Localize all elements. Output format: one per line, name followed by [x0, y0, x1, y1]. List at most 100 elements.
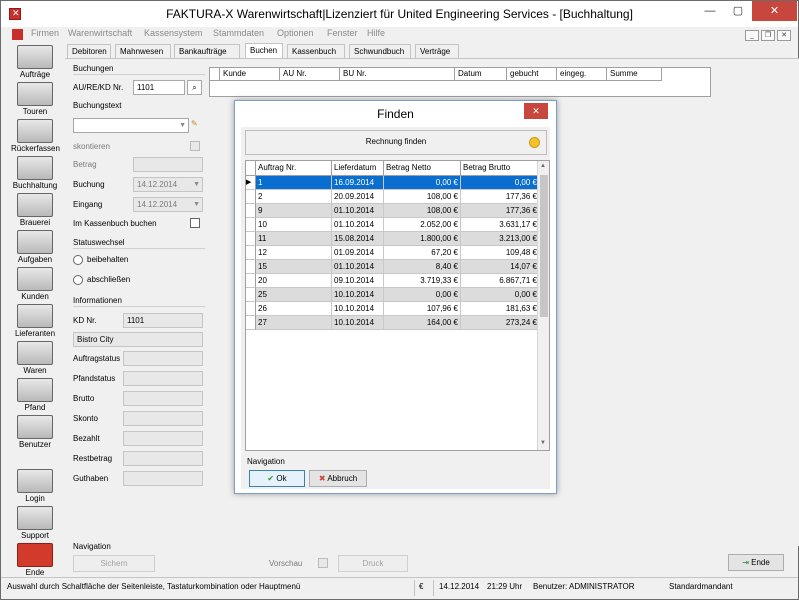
tab-debitoren[interactable]: Debitoren: [67, 44, 111, 59]
sidebar-item-pfand[interactable]: Pfand: [11, 378, 59, 414]
table-cell[interactable]: 0,00 €: [384, 176, 461, 190]
table-cell[interactable]: 15: [256, 260, 332, 274]
row-header[interactable]: [246, 288, 256, 302]
table-cell[interactable]: 20.09.2014: [332, 190, 384, 204]
table-cell[interactable]: 3.631,17 €: [461, 218, 540, 232]
table-cell[interactable]: 9: [256, 204, 332, 218]
row-header[interactable]: [246, 316, 256, 330]
table-cell[interactable]: 164,00 €: [384, 316, 461, 330]
sidebar-item-ende[interactable]: Ende: [11, 543, 59, 579]
table-cell[interactable]: 10.10.2014: [332, 288, 384, 302]
table-cell[interactable]: 25: [256, 288, 332, 302]
table-cell[interactable]: 10.10.2014: [332, 316, 384, 330]
sichern-button[interactable]: Sichern: [73, 555, 155, 572]
druck-button[interactable]: Druck: [338, 555, 408, 572]
scroll-up-icon[interactable]: ▲: [540, 163, 546, 169]
maximize-button[interactable]: ▢: [725, 1, 751, 21]
grid-col-eingeg[interactable]: eingeg.: [557, 68, 607, 81]
table-cell[interactable]: 1: [256, 176, 332, 190]
invoice-grid[interactable]: Auftrag Nr. Lieferdatum Betrag Netto Bet…: [245, 160, 550, 451]
table-cell[interactable]: 01.10.2014: [332, 218, 384, 232]
table-cell[interactable]: 109,48 €: [461, 246, 540, 260]
table-cell[interactable]: 108,00 €: [384, 204, 461, 218]
grid-col-datum[interactable]: Datum: [455, 68, 507, 81]
scrollbar-thumb[interactable]: [540, 175, 548, 317]
sidebar-item-touren[interactable]: Touren: [11, 82, 59, 118]
menu-hilfe[interactable]: Hilfe: [367, 28, 385, 38]
ende-button[interactable]: ⇥ Ende: [728, 554, 784, 571]
table-cell[interactable]: 3.213,00 €: [461, 232, 540, 246]
minimize-button[interactable]: —: [697, 1, 723, 21]
sidebar-item-benutzer[interactable]: Benutzer: [11, 415, 59, 451]
table-cell[interactable]: 10: [256, 218, 332, 232]
table-cell[interactable]: 01.09.2014: [332, 246, 384, 260]
sidebar-item-login[interactable]: Login: [11, 469, 59, 505]
table-cell[interactable]: 0,00 €: [384, 288, 461, 302]
sidebar-item-buchhaltung[interactable]: Buchhaltung: [11, 156, 59, 192]
grid-vertical-scrollbar[interactable]: ▲ ▼: [537, 161, 549, 450]
kassenbuch-checkbox[interactable]: [190, 218, 200, 228]
table-cell[interactable]: 16.09.2014: [332, 176, 384, 190]
tab-mahnwesen[interactable]: Mahnwesen: [115, 44, 171, 59]
table-cell[interactable]: 177,36 €: [461, 190, 540, 204]
menu-stammdaten[interactable]: Stammdaten: [213, 28, 264, 38]
table-cell[interactable]: 273,24 €: [461, 316, 540, 330]
row-header[interactable]: [246, 260, 256, 274]
grid-col-bu[interactable]: BU Nr.: [340, 68, 455, 81]
tab-schwundbuch[interactable]: Schwundbuch: [349, 44, 411, 59]
row-header[interactable]: [246, 246, 256, 260]
buchung-date-field[interactable]: 14.12.2014 ▼: [133, 177, 203, 192]
grid-col-summe[interactable]: Summe: [607, 68, 662, 81]
menu-warenwirtschaft[interactable]: Warenwirtschaft: [68, 28, 132, 38]
table-cell[interactable]: 20: [256, 274, 332, 288]
table-cell[interactable]: 177,36 €: [461, 204, 540, 218]
table-cell[interactable]: 2: [256, 190, 332, 204]
row-header[interactable]: ▶: [246, 176, 256, 190]
vorschau-checkbox[interactable]: [318, 558, 328, 568]
tab-kassenbuch[interactable]: Kassenbuch: [287, 44, 345, 59]
abbruch-button[interactable]: ✖ Abbruch: [309, 470, 367, 487]
table-cell[interactable]: 67,20 €: [384, 246, 461, 260]
table-cell[interactable]: 27: [256, 316, 332, 330]
table-cell[interactable]: 0,00 €: [461, 176, 540, 190]
mdi-close-button[interactable]: ✕: [777, 30, 791, 41]
row-header[interactable]: [246, 232, 256, 246]
mdi-minimize-button[interactable]: _: [745, 30, 759, 41]
table-cell[interactable]: 181,63 €: [461, 302, 540, 316]
ok-button[interactable]: ✔ Ok: [249, 470, 305, 487]
bookings-grid[interactable]: Kunde AU Nr. BU Nr. Datum gebucht eingeg…: [209, 67, 711, 97]
tab-bankauftraege[interactable]: Bankaufträge: [174, 44, 240, 59]
au-input[interactable]: 1101: [133, 80, 185, 95]
table-cell[interactable]: 12: [256, 246, 332, 260]
table-cell[interactable]: 3.719,33 €: [384, 274, 461, 288]
dialog-close-button[interactable]: ✕: [524, 103, 548, 119]
eingang-date-field[interactable]: 14.12.2014 ▼: [133, 197, 203, 212]
dgrid-col-auftrag[interactable]: Auftrag Nr.: [256, 161, 332, 176]
row-header[interactable]: [246, 190, 256, 204]
table-cell[interactable]: 108,00 €: [384, 190, 461, 204]
menu-kassensystem[interactable]: Kassensystem: [144, 28, 203, 38]
table-cell[interactable]: 8,40 €: [384, 260, 461, 274]
grid-col-gebucht[interactable]: gebucht: [507, 68, 557, 81]
table-cell[interactable]: 26: [256, 302, 332, 316]
mdi-restore-button[interactable]: ❐: [761, 30, 775, 41]
sidebar-item-brauerei[interactable]: Brauerei: [11, 193, 59, 229]
grid-col-kunde[interactable]: Kunde: [220, 68, 280, 81]
tab-vertraege[interactable]: Verträge: [415, 44, 459, 59]
sidebar-item-auftraege[interactable]: Aufträge: [11, 45, 59, 81]
table-cell[interactable]: 107,96 €: [384, 302, 461, 316]
table-cell[interactable]: 14,07 €: [461, 260, 540, 274]
table-cell[interactable]: 15.08.2014: [332, 232, 384, 246]
grid-col-au[interactable]: AU Nr.: [280, 68, 340, 81]
close-button[interactable]: ✕: [752, 1, 797, 21]
row-header[interactable]: [246, 218, 256, 232]
skontieren-checkbox[interactable]: [190, 141, 200, 151]
table-cell[interactable]: 01.10.2014: [332, 260, 384, 274]
table-cell[interactable]: 2.052,00 €: [384, 218, 461, 232]
table-cell[interactable]: 0,00 €: [461, 288, 540, 302]
buchungstext-dropdown[interactable]: ▼: [73, 118, 189, 133]
sidebar-item-aufgaben[interactable]: Aufgaben: [11, 230, 59, 266]
sidebar-item-kunden[interactable]: Kunden: [11, 267, 59, 303]
table-cell[interactable]: 11: [256, 232, 332, 246]
pencil-icon[interactable]: ✎: [191, 119, 198, 128]
